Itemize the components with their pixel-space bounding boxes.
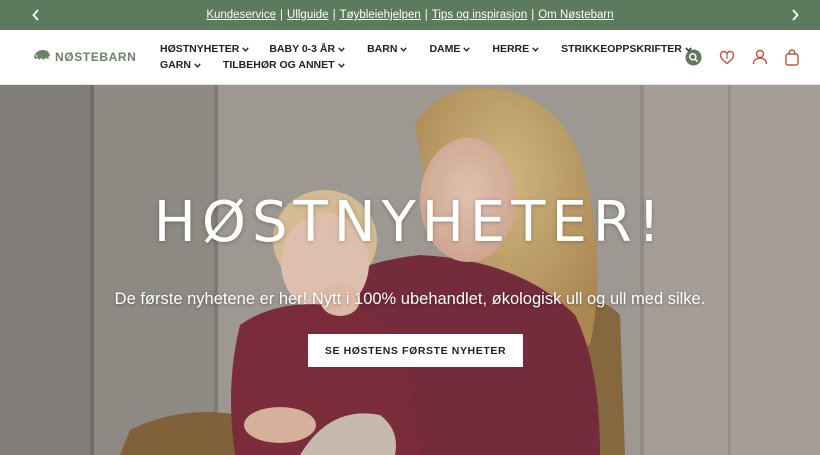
topbar-link-ullguide[interactable]: Ullguide xyxy=(287,9,329,21)
chevron-down-icon xyxy=(194,62,201,68)
search-icon[interactable] xyxy=(684,48,702,66)
nav-item-label: HERRE xyxy=(492,43,530,55)
hero-cta-button[interactable]: SE HØSTENS FØRSTE NYHETER xyxy=(308,334,523,367)
chevron-down-icon xyxy=(338,46,345,52)
nav-item-tilbehor[interactable]: TILBEHØR OG ANNET xyxy=(223,59,345,71)
nav-item-garn[interactable]: GARN xyxy=(160,59,201,71)
nav-row-1: HØSTNYHETER BABY 0-3 ÅR BARN DAME HERRE … xyxy=(160,41,692,57)
main-nav: HØSTNYHETER BABY 0-3 ÅR BARN DAME HERRE … xyxy=(160,41,692,73)
topbar-link-toybleiehjelpen[interactable]: Tøybleiehjelpen xyxy=(340,9,421,21)
cart-icon[interactable] xyxy=(783,48,801,66)
nav-item-label: BABY 0-3 ÅR xyxy=(269,43,336,55)
chevron-down-icon xyxy=(532,46,539,52)
topbar-link-kundeservice[interactable]: Kundeservice xyxy=(206,9,276,21)
topbar-separator: | xyxy=(424,9,428,21)
topbar-separator: | xyxy=(280,9,284,21)
nav-row-2: GARN TILBEHØR OG ANNET xyxy=(160,57,665,73)
nav-item-label: BARN xyxy=(367,43,398,55)
chevron-down-icon xyxy=(337,62,345,68)
hedgehog-icon xyxy=(33,48,51,67)
hero-title: HØSTNYHETER! xyxy=(153,190,667,255)
nav-item-barn[interactable]: BARN xyxy=(367,43,408,55)
site-header: NØSTEBARN HØSTNYHETER BABY 0-3 ÅR BARN D… xyxy=(0,30,820,85)
nav-item-label: HØSTNYHETER xyxy=(160,43,240,55)
nav-item-strikkeoppskrifter[interactable]: STRIKKEOPPSKRIFTER xyxy=(561,43,692,55)
announcement-bar: Kundeservice | Ullguide | Tøybleiehjelpe… xyxy=(0,0,820,30)
nav-item-label: STRIKKEOPPSKRIFTER xyxy=(561,43,682,55)
chevron-down-icon xyxy=(463,46,471,52)
nav-item-label: DAME xyxy=(429,43,461,55)
topbar-separator: | xyxy=(531,9,535,21)
nav-item-label: TILBEHØR OG ANNET xyxy=(222,59,335,71)
chevron-right-icon[interactable] xyxy=(787,7,803,23)
nav-item-herre[interactable]: HERRE xyxy=(492,43,539,55)
logo[interactable]: NØSTEBARN xyxy=(33,48,136,66)
chevron-down-icon xyxy=(400,46,408,52)
hero-subtitle: De første nyhetene er her! Nytt i 100% u… xyxy=(114,290,706,308)
topbar-link-tips[interactable]: Tips og inspirasjon xyxy=(432,9,527,21)
chevron-down-icon xyxy=(242,46,250,52)
nav-item-label: GARN xyxy=(160,59,191,71)
nav-item-dame[interactable]: DAME xyxy=(429,43,471,55)
nav-item-hostnyheter[interactable]: HØSTNYHETER xyxy=(160,43,250,55)
account-icon[interactable] xyxy=(751,48,769,66)
topbar-separator: | xyxy=(332,9,336,21)
header-icons xyxy=(684,48,801,66)
hero-photo xyxy=(0,85,820,455)
nav-item-baby[interactable]: BABY 0-3 ÅR xyxy=(269,43,345,55)
topbar-links: Kundeservice | Ullguide | Tøybleiehjelpe… xyxy=(206,9,613,21)
topbar-link-om-nostebarn[interactable]: Om Nøstebarn xyxy=(538,9,613,21)
wishlist-icon[interactable] xyxy=(718,48,736,66)
hero-banner: HØSTNYHETER! De første nyhetene er her! … xyxy=(0,85,820,455)
logo-text: NØSTEBARN xyxy=(55,50,137,64)
chevron-left-icon[interactable] xyxy=(28,7,44,23)
